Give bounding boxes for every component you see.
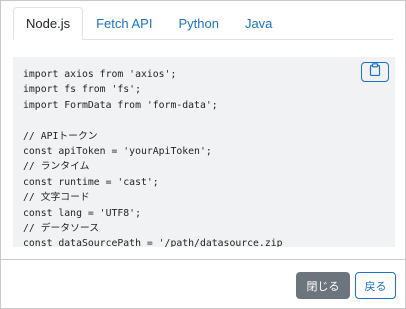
- code-line: import fs from 'fs';: [23, 84, 141, 96]
- copy-button[interactable]: [361, 62, 389, 82]
- clipboard-icon: [369, 63, 381, 81]
- code-line: // APIトークン: [23, 130, 98, 142]
- tab-nodejs[interactable]: Node.js: [13, 7, 84, 40]
- footer-divider: [1, 259, 405, 260]
- code-line: import FormData from 'form-data';: [23, 99, 218, 111]
- code-line: const apiToken = 'yourApiToken';: [23, 145, 212, 157]
- close-button[interactable]: 閉じる: [296, 272, 350, 299]
- code-line: // 文字コード: [23, 192, 90, 204]
- tab-python[interactable]: Python: [165, 7, 231, 40]
- code-line: const lang = 'UTF8';: [23, 207, 141, 219]
- code-line: const dataSourcePath = '/path/datasource…: [23, 238, 283, 247]
- tab-java[interactable]: Java: [232, 7, 285, 40]
- code-text: import axios from 'axios'; import fs from…: [13, 57, 395, 247]
- back-button[interactable]: 戻る: [355, 272, 396, 299]
- code-line: import axios from 'axios';: [23, 69, 177, 80]
- language-tabs: Node.js Fetch API Python Java: [13, 7, 393, 40]
- code-sample-dialog: Node.js Fetch API Python Java import axi…: [0, 0, 406, 309]
- code-line: // ランタイム: [23, 161, 90, 173]
- code-line: const runtime = 'cast';: [23, 176, 159, 188]
- tab-fetch-api[interactable]: Fetch API: [83, 7, 165, 40]
- code-line: // データソース: [23, 222, 99, 234]
- code-block: import axios from 'axios'; import fs from…: [13, 57, 395, 247]
